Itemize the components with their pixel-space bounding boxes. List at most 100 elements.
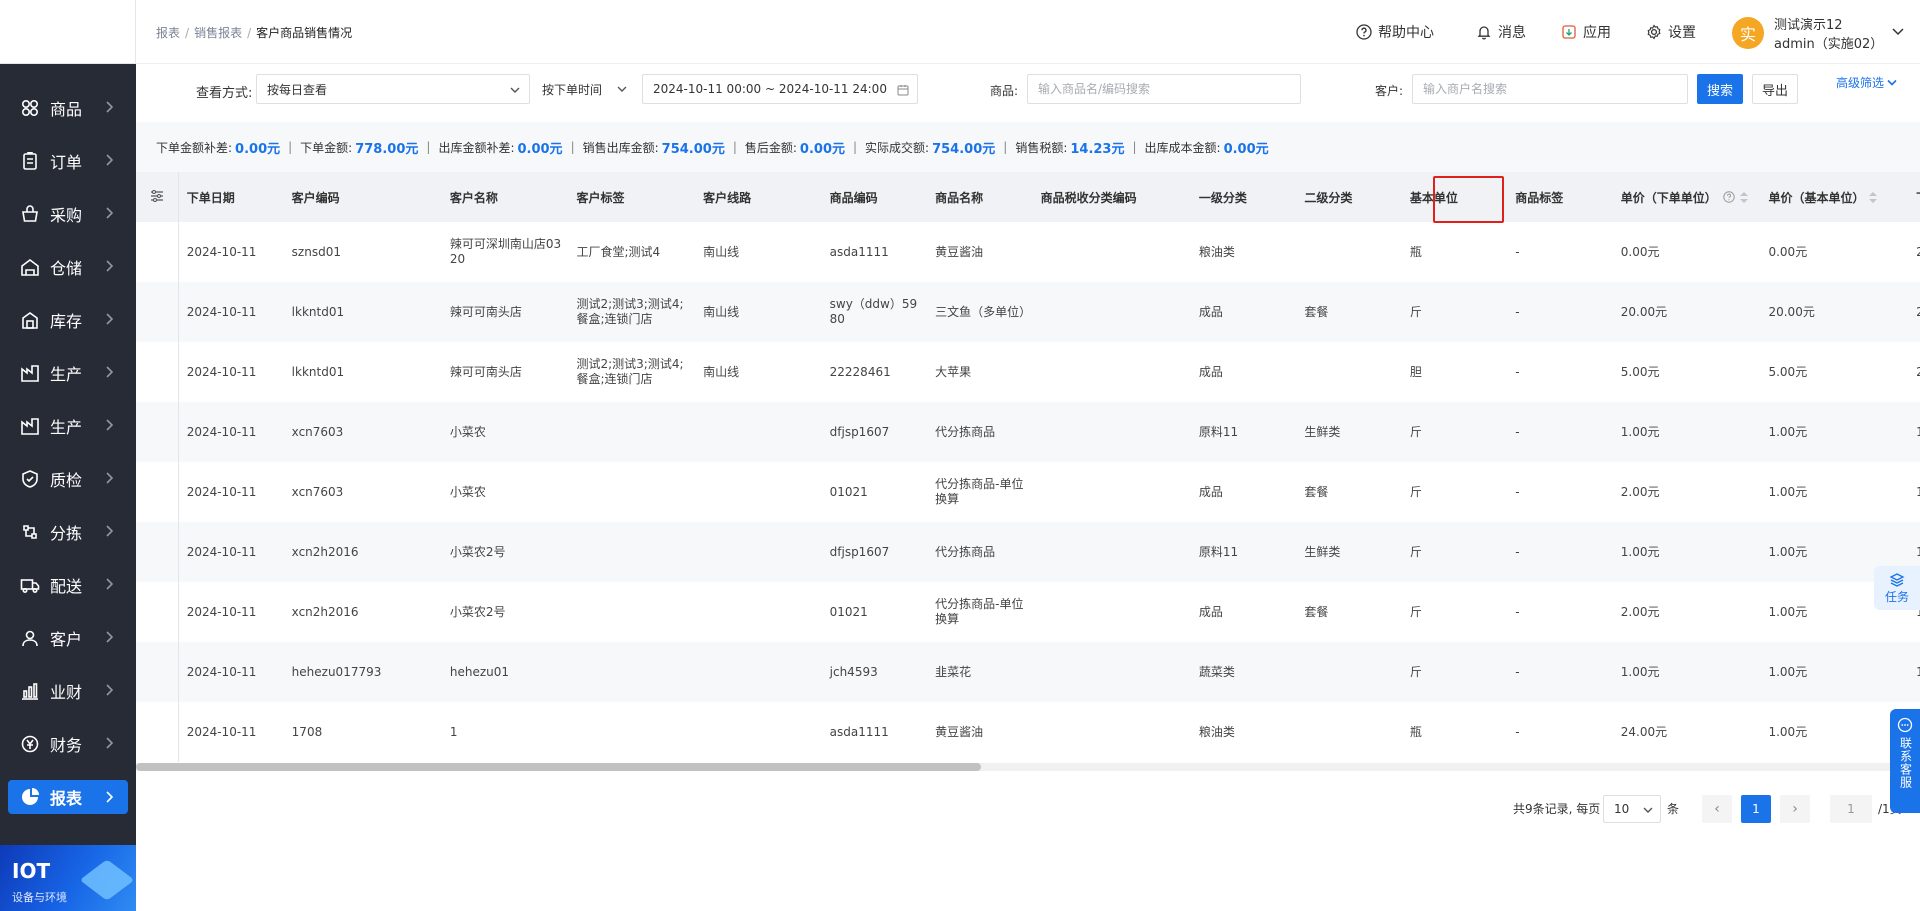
summary-value: 754.00元	[932, 141, 996, 157]
breadcrumb-item-report[interactable]: 报表	[156, 26, 180, 40]
page-size-value: 10	[1614, 802, 1630, 816]
table-cell: 小菜农	[441, 402, 569, 462]
avatar[interactable]: 实	[1732, 17, 1764, 49]
date-range-picker[interactable]: 2024-10-11 00:00 ~ 2024-10-11 24:00	[642, 74, 918, 104]
summary-divider: |	[288, 140, 293, 154]
row-gutter-cell	[136, 282, 179, 342]
page-size-select[interactable]: 10	[1603, 795, 1661, 823]
sidebar-item-14[interactable]: 报表	[8, 780, 128, 814]
chevron-right-icon	[106, 419, 114, 431]
table-cell: 2024-10-11	[178, 342, 284, 402]
column-header-7: 商品名称	[927, 172, 1033, 222]
scrollbar-thumb[interactable]	[136, 763, 981, 771]
column-header-14[interactable]: 单价（基本单位）	[1760, 172, 1909, 222]
finance-icon	[20, 734, 40, 754]
table-cell	[695, 522, 822, 582]
messages-button[interactable]: 消息	[1476, 22, 1526, 42]
table-cell: 黄豆酱油	[927, 702, 1033, 762]
sidebar-item-9[interactable]: 分拣	[0, 505, 136, 558]
apps-label: 应用	[1583, 25, 1611, 41]
iot-title: IOT	[12, 859, 51, 883]
sidebar-item-3[interactable]: 采购	[0, 187, 136, 240]
table-cell: 斤	[1401, 402, 1508, 462]
sidebar-item-4[interactable]: 仓储	[0, 240, 136, 293]
column-header-label: 单价（基本单位）	[1768, 190, 1865, 205]
sidebar-item-13[interactable]: 财务	[0, 717, 136, 770]
settings-button[interactable]: 设置	[1646, 22, 1696, 42]
sort-icon[interactable]	[1869, 192, 1878, 204]
sidebar-item-5[interactable]: 库存	[0, 293, 136, 346]
page-1-button[interactable]: 1	[1741, 795, 1771, 823]
product-search-input[interactable]	[1027, 74, 1301, 104]
column-header-label: 单价（下单单位）	[1620, 190, 1717, 205]
table-cell: 生鲜类	[1296, 402, 1402, 462]
table-cell: 12.00	[1908, 462, 1920, 522]
horizontal-scrollbar[interactable]	[136, 763, 1920, 771]
sort-icon[interactable]	[1739, 192, 1748, 204]
column-header-label: 商品税收分类编码	[1040, 190, 1137, 205]
search-button[interactable]: 搜索	[1697, 74, 1743, 104]
table-cell: 小菜农2号	[441, 522, 569, 582]
view-mode-value: 按每日查看	[267, 82, 328, 97]
task-float-button[interactable]: 任务	[1874, 566, 1920, 610]
customer-service-float-button[interactable]: 联系客服	[1890, 709, 1920, 813]
table-cell: -	[1507, 522, 1613, 582]
prev-page-button[interactable]: ‹	[1702, 795, 1732, 823]
table-cell: 1.00元	[1612, 402, 1761, 462]
table-cell: 代分拣商品-单位换算	[927, 462, 1033, 522]
table-cell: 1.00元	[1760, 702, 1909, 762]
apps-button[interactable]: 应用	[1561, 22, 1611, 42]
sidebar-item-label: 仓储	[50, 258, 83, 278]
table-cell: 代分拣商品	[927, 402, 1033, 462]
question-icon[interactable]	[1723, 190, 1735, 206]
column-header-3: 客户名称	[441, 172, 569, 222]
iot-banner[interactable]: IOT 设备与环境	[0, 845, 136, 911]
page-jump-input[interactable]: 1	[1830, 795, 1872, 823]
sidebar-item-8[interactable]: 质检	[0, 452, 136, 505]
view-mode-select[interactable]: 按每日查看	[256, 74, 530, 104]
table-cell: 测试2;测试3;测试4;餐盒;连锁门店	[568, 282, 696, 342]
sidebar-item-6[interactable]: 生产	[0, 346, 136, 399]
column-header-15[interactable]: 下单数	[1908, 172, 1920, 222]
production-icon	[20, 363, 40, 383]
help-icon	[1356, 24, 1372, 40]
sidebar-item-10[interactable]: 配送	[0, 558, 136, 611]
production-icon	[20, 416, 40, 436]
breadcrumb: 报表 / 销售报表 / 客户商品销售情况	[156, 26, 353, 40]
table-cell: 2024-10-11	[178, 702, 284, 762]
help-center-button[interactable]: 帮助中心	[1356, 22, 1434, 42]
table-cell: 01021	[821, 462, 928, 522]
warehouse-icon	[20, 257, 40, 277]
summary-value: 0.00元	[235, 141, 281, 157]
chevron-down-icon[interactable]	[1891, 27, 1905, 37]
breadcrumb-item-sales-report[interactable]: 销售报表	[194, 26, 242, 40]
sidebar-item-label: 生产	[50, 364, 83, 384]
time-type-select[interactable]: 按下单时间	[536, 74, 636, 104]
sidebar-item-7[interactable]: 生产	[0, 399, 136, 452]
column-settings-icon	[150, 189, 163, 202]
sidebar-item-11[interactable]: 客户	[0, 611, 136, 664]
product-icon	[20, 98, 40, 118]
table-cell: lkkntd01	[283, 342, 442, 402]
advanced-filter-toggle[interactable]: 高级筛选	[1836, 74, 1898, 91]
summary-divider: |	[570, 140, 575, 154]
table-cell: 2024-10-11	[178, 402, 284, 462]
column-header-13[interactable]: 单价（下单单位）	[1612, 172, 1761, 222]
table-cell	[568, 402, 696, 462]
sidebar: 商品 订单 采购 仓储 库存 生产 生产 质检 分拣 配送 客户 业财 财务 报表 IOT 设备与环境	[0, 0, 136, 911]
user-name[interactable]: 测试演示12	[1774, 14, 1843, 33]
user-account[interactable]: admin（实施02）	[1774, 33, 1883, 52]
gear-icon	[1647, 24, 1661, 40]
sidebar-item-1[interactable]: 商品	[0, 81, 136, 134]
column-settings-button[interactable]	[136, 172, 179, 222]
customer-search-input[interactable]	[1412, 74, 1688, 104]
summary-divider: |	[1132, 140, 1137, 154]
table-row: 2024-10-11 xcn7603 小菜农 dfjsp1607 代分拣商品 原料11 生鲜…	[136, 402, 1920, 462]
chevron-right-icon	[106, 791, 114, 803]
table-cell	[1032, 282, 1191, 342]
sidebar-item-2[interactable]: 订单	[0, 134, 136, 187]
table-cell	[695, 582, 822, 642]
export-button[interactable]: 导出	[1752, 74, 1798, 104]
sidebar-item-12[interactable]: 业财	[0, 664, 136, 717]
next-page-button[interactable]: ›	[1780, 795, 1810, 823]
